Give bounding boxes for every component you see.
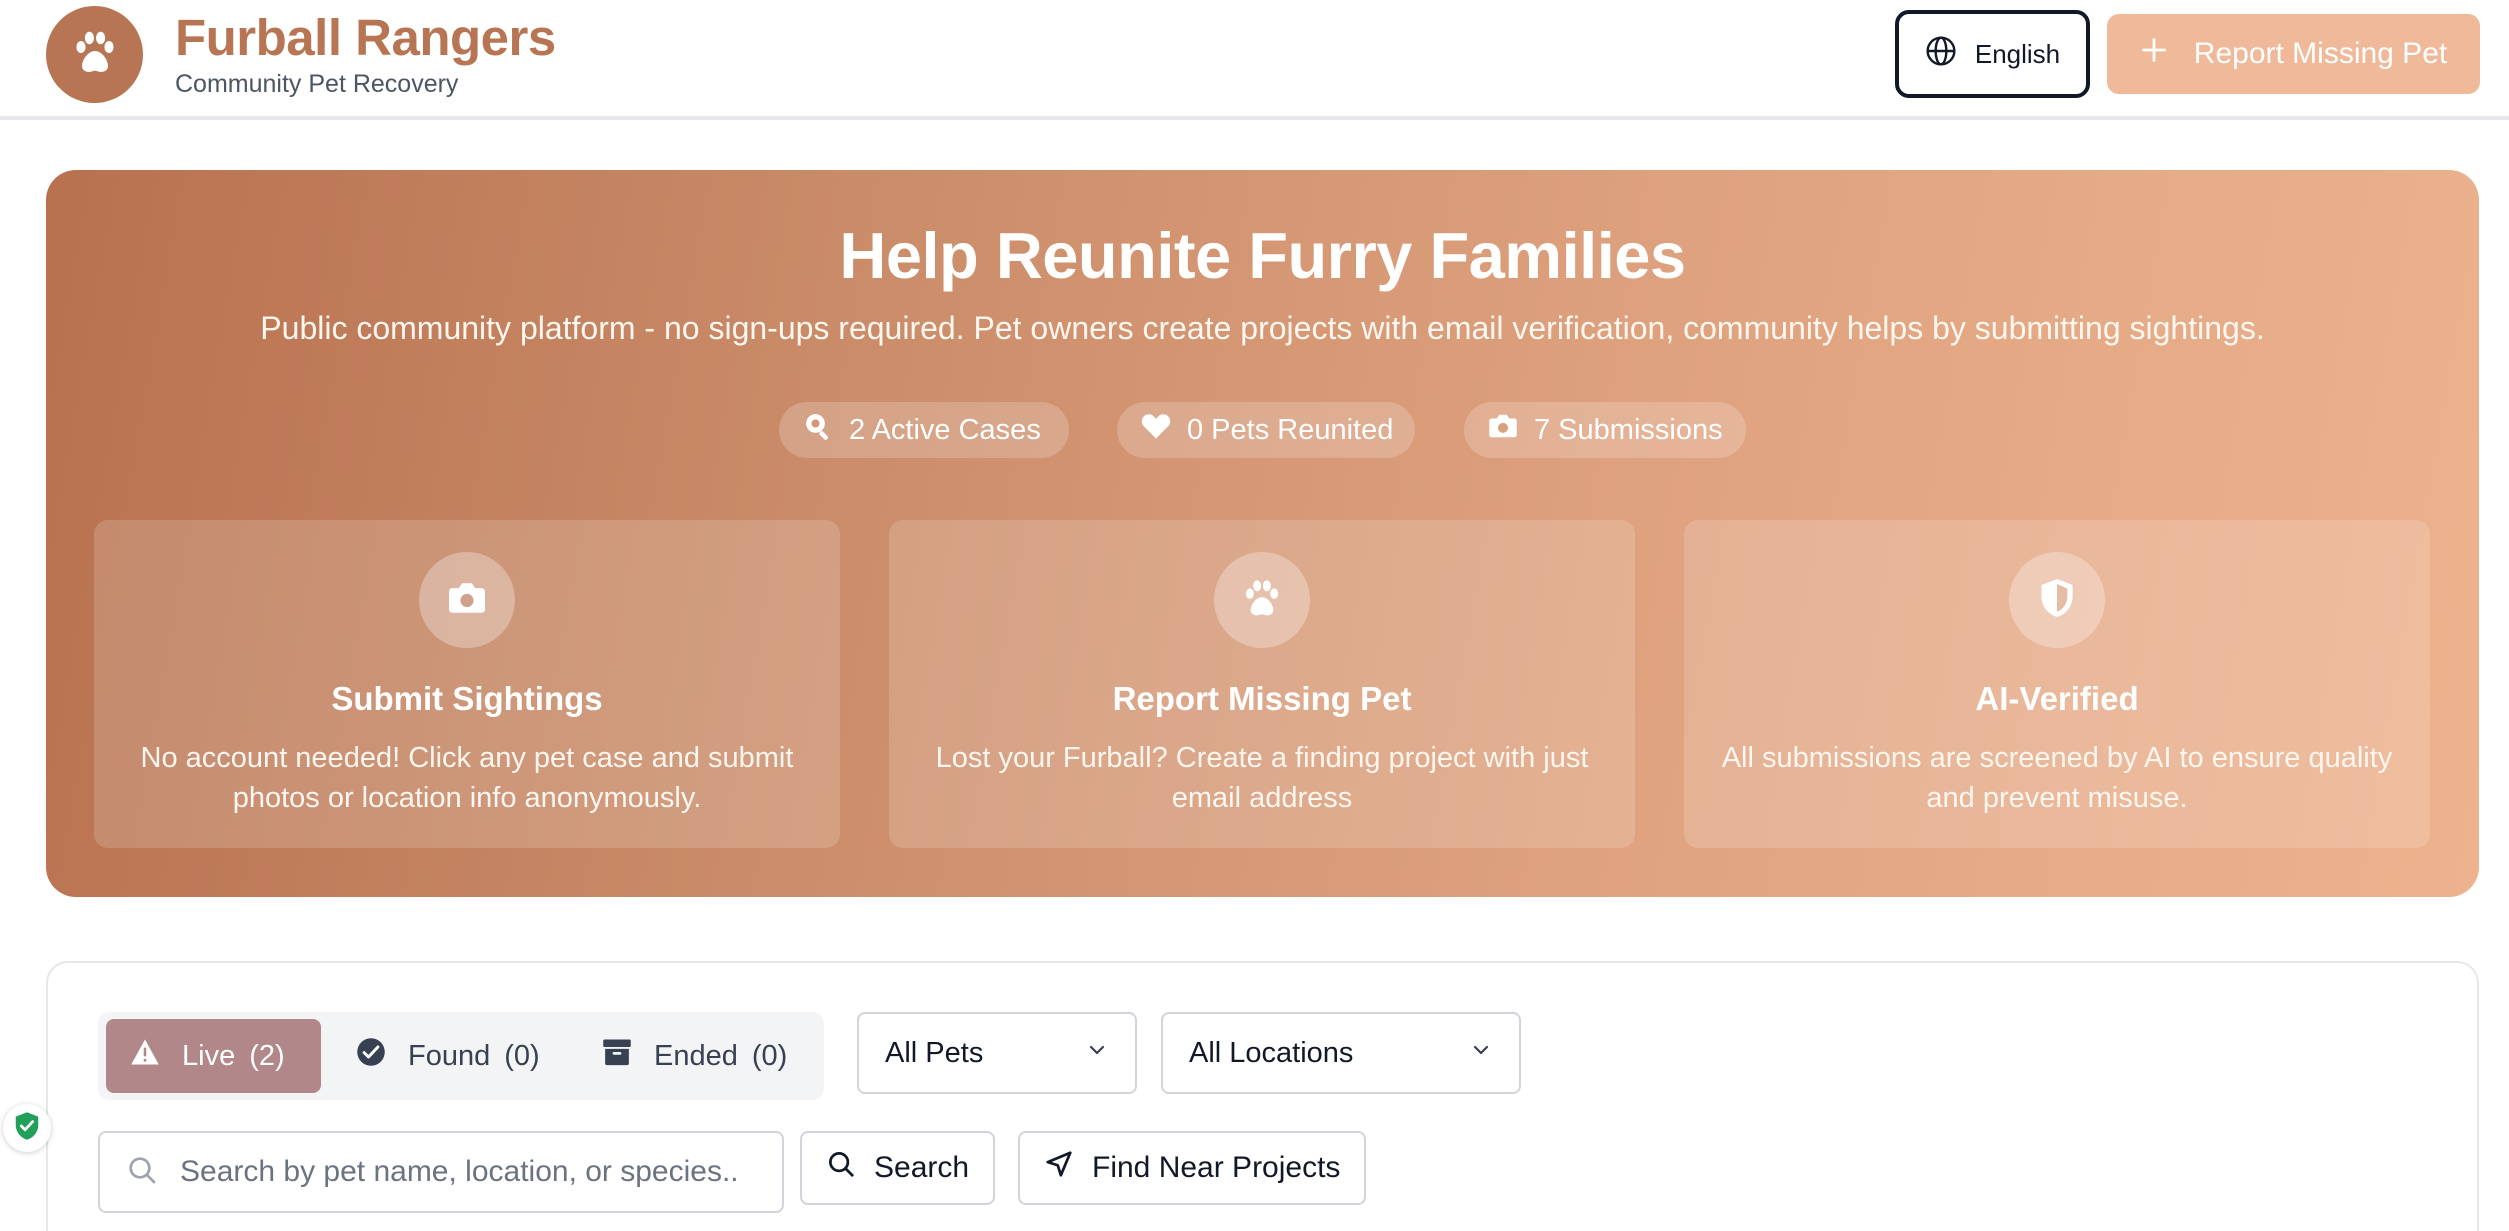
tab-live[interactable]: Live (2)	[106, 1019, 321, 1093]
stat-submissions: 7 Submissions	[1464, 402, 1746, 458]
feature-description: All submissions are screened by AI to en…	[1721, 742, 2393, 814]
navigation-arrow-icon	[1044, 1149, 1074, 1187]
shield-check-icon	[13, 1111, 41, 1146]
warning-icon	[130, 1038, 160, 1074]
brand-subtitle: Community Pet Recovery	[175, 70, 459, 98]
camera-icon	[1488, 412, 1518, 448]
check-circle-icon	[356, 1037, 386, 1075]
chevron-down-icon	[1085, 1037, 1109, 1070]
search-icon	[803, 411, 833, 449]
top-header: Furball Rangers Community Pet Recovery E…	[0, 0, 2509, 120]
tab-count: (0)	[751, 1039, 788, 1072]
tab-label: Found	[408, 1039, 491, 1072]
feature-title: Report Missing Pet	[1112, 680, 1412, 717]
stat-label: 2 Active Cases	[849, 413, 1041, 446]
feature-icon-wrap	[419, 552, 515, 648]
location-select-value: All Locations	[1189, 1036, 1354, 1069]
tab-count: (0)	[504, 1039, 540, 1072]
tab-label: Ended	[654, 1039, 738, 1072]
search-field	[98, 1131, 784, 1213]
tab-ended[interactable]: Ended (0)	[578, 1019, 811, 1093]
feature-description: No account needed! Click any pet case an…	[140, 742, 794, 814]
search-button[interactable]: Search	[800, 1131, 996, 1205]
camera-icon	[447, 580, 487, 621]
hero-title: Help Reunite Furry Families	[839, 219, 1686, 292]
report-missing-pet-button[interactable]: Report Missing Pet	[2107, 14, 2480, 94]
chevron-down-icon	[1469, 1037, 1493, 1070]
language-label: English	[1974, 38, 2061, 69]
stat-active-cases: 2 Active Cases	[779, 402, 1069, 458]
feature-title: AI-Verified	[1975, 680, 2139, 717]
report-button-label: Report Missing Pet	[2193, 37, 2448, 70]
tab-count: (2)	[249, 1039, 285, 1072]
archive-icon	[602, 1038, 632, 1074]
near-button-label: Find Near Projects	[1092, 1151, 1341, 1184]
feature-icon-wrap	[2009, 552, 2105, 648]
feature-icon-wrap	[1214, 552, 1310, 648]
globe-icon	[1925, 35, 1957, 74]
feature-title: Submit Sightings	[331, 680, 603, 717]
stat-label: 7 Submissions	[1534, 413, 1723, 446]
hero-banner: Help Reunite Furry Families Public commu…	[46, 170, 2479, 897]
tab-found[interactable]: Found (0)	[332, 1019, 564, 1093]
search-input[interactable]	[180, 1155, 740, 1189]
language-button[interactable]: English	[1895, 10, 2090, 98]
shield-icon	[2038, 577, 2076, 624]
search-button-label: Search	[874, 1151, 970, 1184]
stat-label: 0 Pets Reunited	[1187, 413, 1394, 446]
search-icon	[126, 1154, 158, 1191]
pet-type-select[interactable]: All Pets	[857, 1012, 1137, 1094]
stat-pets-reunited: 0 Pets Reunited	[1117, 402, 1415, 458]
plus-icon	[2140, 36, 2168, 72]
find-near-projects-button[interactable]: Find Near Projects	[1018, 1131, 1367, 1205]
brand-title: Furball Rangers	[175, 9, 556, 66]
status-tabs: Live (2) Found (0) Ended (0)	[98, 1012, 824, 1100]
security-badge[interactable]	[3, 1104, 51, 1152]
paw-icon	[1241, 578, 1283, 623]
hero-subtitle: Public community platform - no sign-ups …	[260, 310, 2265, 346]
search-icon	[826, 1149, 856, 1187]
pet-select-value: All Pets	[885, 1036, 984, 1069]
feature-card-report-missing-pet: Report Missing Pet Lost your Furball? Cr…	[889, 520, 1635, 848]
location-select[interactable]: All Locations	[1161, 1012, 1521, 1094]
logo[interactable]	[46, 6, 143, 103]
paw-icon	[71, 29, 119, 80]
tab-label: Live	[182, 1039, 236, 1072]
feature-description: Lost your Furball? Create a finding proj…	[935, 742, 1589, 814]
heart-icon	[1141, 412, 1171, 448]
feature-card-submit-sightings: Submit Sightings No account needed! Clic…	[94, 520, 840, 848]
filter-panel: Live (2) Found (0) Ended (0) All Pets Al…	[46, 961, 2479, 1231]
feature-card-ai-verified: AI-Verified All submissions are screened…	[1684, 520, 2430, 848]
